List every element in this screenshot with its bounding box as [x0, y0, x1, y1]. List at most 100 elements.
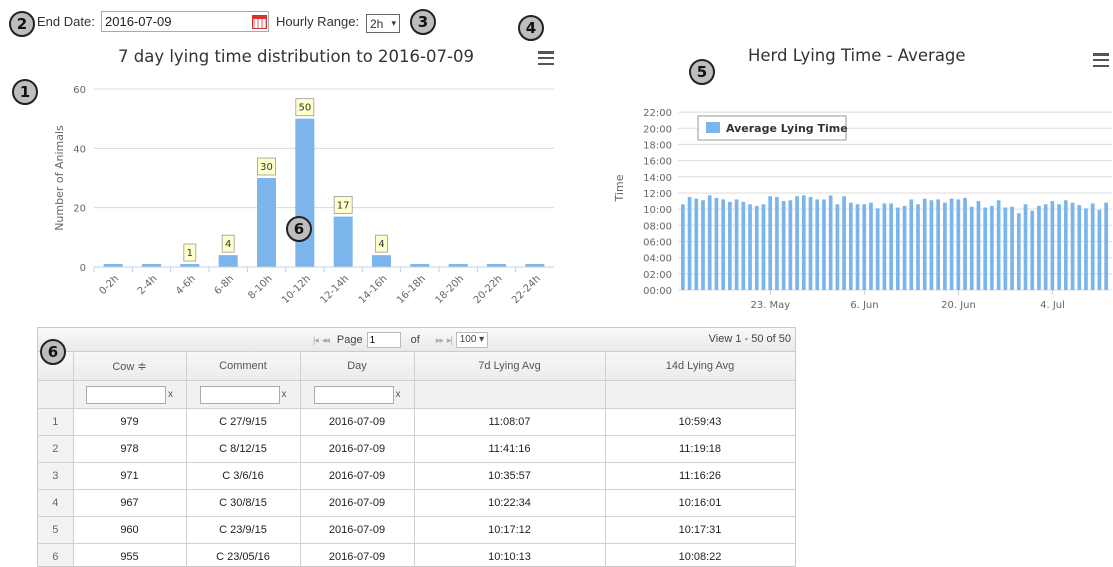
bar[interactable]	[889, 203, 893, 290]
bar[interactable]	[930, 200, 934, 290]
column-header-14d-lying-avg[interactable]: 14d Lying Avg	[605, 352, 795, 381]
bar[interactable]	[822, 199, 826, 290]
bar[interactable]	[883, 203, 887, 290]
clear-filter-icon[interactable]: x	[168, 389, 173, 400]
bar[interactable]	[728, 202, 732, 290]
bar[interactable]	[1024, 204, 1028, 290]
bar[interactable]	[372, 255, 391, 267]
x-tick-label: 6-8h	[212, 273, 236, 297]
bar[interactable]	[997, 200, 1001, 290]
bar[interactable]	[1004, 208, 1008, 290]
bar[interactable]	[842, 196, 846, 290]
last-page-icon[interactable]: ▸|	[447, 335, 452, 346]
bar[interactable]	[748, 204, 752, 290]
lying-7d-cell: 11:08:07	[414, 409, 605, 436]
bar[interactable]	[782, 201, 786, 290]
bar[interactable]	[983, 208, 987, 290]
bar[interactable]	[1057, 204, 1061, 290]
bar[interactable]	[694, 199, 698, 290]
column-header-7d-lying-avg[interactable]: 7d Lying Avg	[414, 352, 605, 381]
bar[interactable]	[909, 199, 913, 290]
comment-filter-input[interactable]	[200, 386, 280, 404]
table-row[interactable]: 6955C 23/05/162016-07-0910:10:1310:08:22	[38, 544, 795, 567]
table-row[interactable]: 5960C 23/9/152016-07-0910:17:1210:17:31	[38, 517, 795, 544]
bar[interactable]	[916, 204, 920, 290]
column-header-comment[interactable]: Comment	[186, 352, 300, 381]
bar[interactable]	[856, 204, 860, 290]
bar[interactable]	[1017, 213, 1021, 290]
bar[interactable]	[762, 204, 766, 290]
bar[interactable]	[735, 199, 739, 290]
column-header-cow[interactable]: Cow ≑	[73, 352, 186, 381]
bar[interactable]	[990, 206, 994, 290]
clear-filter-icon[interactable]: x	[396, 389, 401, 400]
bar[interactable]	[862, 204, 866, 290]
x-tick-label: 20. Jun	[941, 300, 976, 311]
cow-filter-input[interactable]	[86, 386, 166, 404]
bar[interactable]	[755, 206, 759, 290]
bar[interactable]	[896, 208, 900, 290]
bar[interactable]	[1044, 204, 1048, 290]
bar[interactable]	[1037, 206, 1041, 290]
bar[interactable]	[923, 199, 927, 290]
bar[interactable]	[802, 195, 806, 290]
bar[interactable]	[829, 195, 833, 290]
clear-filter-icon[interactable]: x	[282, 389, 287, 400]
bar[interactable]	[775, 197, 779, 290]
bar[interactable]	[1064, 200, 1068, 290]
bar[interactable]	[741, 202, 745, 290]
bar[interactable]	[956, 199, 960, 290]
y-tick-label: 14:00	[643, 173, 672, 184]
cow-cell: 955	[73, 544, 186, 567]
rows-per-page-select[interactable]: 100 ▾	[456, 332, 489, 348]
bar[interactable]	[903, 206, 907, 290]
bar[interactable]	[849, 203, 853, 290]
legend-entry: Average Lying Time	[726, 122, 848, 135]
bar[interactable]	[836, 204, 840, 290]
bar[interactable]	[809, 197, 813, 290]
bar[interactable]	[334, 217, 353, 267]
bar[interactable]	[1071, 203, 1075, 290]
next-page-icon[interactable]: ▸▸	[436, 335, 443, 346]
bar[interactable]	[1098, 210, 1102, 290]
bar[interactable]	[1077, 205, 1081, 290]
table-row[interactable]: 1979C 27/9/152016-07-0911:08:0710:59:43	[38, 409, 795, 436]
bar[interactable]	[977, 201, 981, 290]
table-row[interactable]: 2978C 8/12/152016-07-0911:41:1611:19:18	[38, 436, 795, 463]
page-number-input[interactable]	[367, 332, 401, 348]
bar[interactable]	[876, 208, 880, 290]
day-filter-input[interactable]	[314, 386, 394, 404]
bar[interactable]	[815, 199, 819, 290]
bar[interactable]	[795, 196, 799, 290]
bar[interactable]	[1084, 208, 1088, 290]
bar[interactable]	[963, 198, 967, 290]
bar[interactable]	[943, 203, 947, 290]
bar[interactable]	[768, 196, 772, 290]
first-page-icon[interactable]: |◂	[313, 335, 318, 346]
bar[interactable]	[708, 195, 712, 290]
column-header-day[interactable]: Day	[300, 352, 414, 381]
bar[interactable]	[1010, 207, 1014, 290]
table-row[interactable]: 4967C 30/8/152016-07-0910:22:3410:16:01	[38, 490, 795, 517]
bar[interactable]	[257, 178, 276, 267]
distribution-chart: 143050174 02040600-2h2-4h4-6h6-8h8-10h10…	[0, 0, 600, 325]
bar[interactable]	[681, 204, 685, 290]
bar[interactable]	[950, 199, 954, 290]
bar[interactable]	[1104, 203, 1108, 290]
bar[interactable]	[1091, 203, 1095, 290]
bar[interactable]	[936, 199, 940, 290]
bar[interactable]	[715, 198, 719, 290]
bar[interactable]	[789, 200, 793, 290]
bar[interactable]	[1030, 211, 1034, 290]
bar[interactable]	[970, 207, 974, 290]
herd-legend[interactable]: Average Lying Time	[698, 116, 848, 140]
prev-page-icon[interactable]: ◂◂	[322, 335, 329, 346]
table-row[interactable]: 3971C 3/6/162016-07-0910:35:5711:16:26	[38, 463, 795, 490]
bar[interactable]	[688, 197, 692, 290]
bar[interactable]	[701, 200, 705, 290]
bar[interactable]	[219, 255, 238, 267]
bar[interactable]	[295, 119, 314, 267]
bar[interactable]	[1051, 201, 1055, 290]
bar[interactable]	[869, 203, 873, 290]
bar[interactable]	[721, 199, 725, 290]
